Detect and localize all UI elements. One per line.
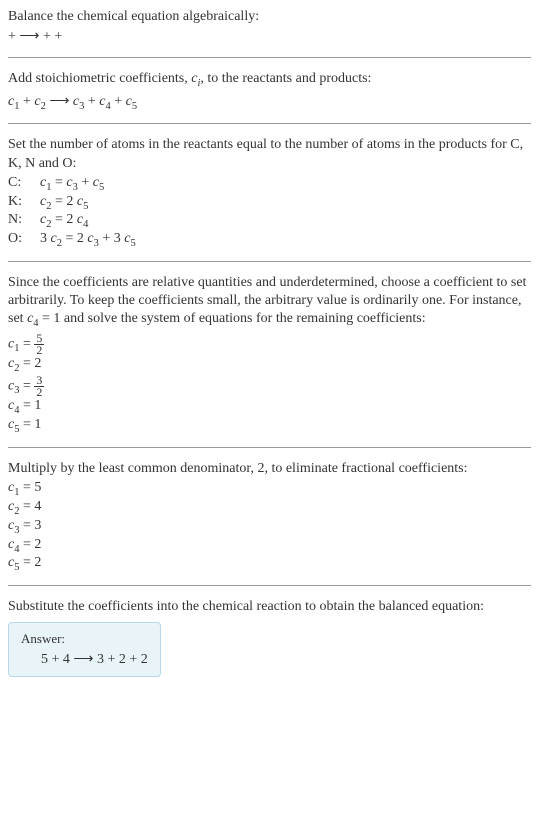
atoms-row-eq: 3 c2 = 2 c3 + 3 c5 [40,231,531,249]
c2-val: = 2 [19,356,41,371]
section-balance-intro: Balance the chemical equation algebraica… [8,8,531,45]
c3-den: 2 [34,387,44,398]
eq-sub5: 5 [132,100,137,111]
coeff-value: = 2 [19,555,41,570]
eq-plus3: + [111,94,126,109]
coeff-value: = 4 [19,499,41,514]
atoms-row-eq: c1 = c3 + c5 [40,175,531,193]
section-stoichiometric: Add stoichiometric coefficients, ci, to … [8,70,531,111]
c3-eq: = [19,378,34,393]
intro-title: Balance the chemical equation algebraica… [8,8,531,26]
stoich-title-p1: Add stoichiometric coefficients, [8,71,191,86]
answer-box: Answer: 5 + 4 ⟶ 3 + 2 + 2 [8,622,161,677]
multiply-coeff-line: c1 = 5 [8,480,531,498]
divider-5 [8,585,531,586]
multiply-coeff-line: c2 = 4 [8,499,531,517]
eq-plus1: + [19,94,34,109]
coeff-c1: c1 = 52 [8,333,531,355]
answer-label: Answer: [21,631,148,647]
atoms-row-eq: c2 = 2 c4 [40,212,531,230]
stoich-equation: c1 + c2 ⟶ c3 + c4 + c5 [8,93,531,112]
multiply-coeff-line: c4 = 2 [8,537,531,555]
stoich-title: Add stoichiometric coefficients, ci, to … [8,70,531,90]
atoms-row: O:3 c2 = 2 c3 + 3 c5 [8,231,531,249]
c1-frac: 52 [34,333,44,355]
divider-2 [8,123,531,124]
c1-den: 2 [34,345,44,356]
divider-1 [8,57,531,58]
section-multiply: Multiply by the least common denominator… [8,460,531,573]
section-atoms-equal: Set the number of atoms in the reactants… [8,136,531,249]
c5-val: = 1 [19,417,41,432]
stoich-title-p2: , to the reactants and products: [200,71,371,86]
c3-frac: 32 [34,375,44,397]
atoms-row-label: K: [8,194,40,212]
multiply-title: Multiply by the least common denominator… [8,460,531,478]
solve-title: Since the coefficients are relative quan… [8,274,531,331]
c4-val: = 1 [19,398,41,413]
solve-title-p2: = 1 and solve the system of equations fo… [39,311,426,326]
multiply-coeff-line: c3 = 3 [8,518,531,536]
eq-arrow: ⟶ [46,94,73,109]
atoms-row-label: C: [8,175,40,193]
atoms-row-label: N: [8,212,40,230]
section-substitute: Substitute the coefficients into the che… [8,598,531,677]
coeff-value: = 5 [19,480,41,495]
atoms-row-label: O: [8,231,40,249]
coeff-c4: c4 = 1 [8,398,531,416]
answer-equation: 5 + 4 ⟶ 3 + 2 + 2 [21,651,148,668]
divider-3 [8,261,531,262]
atoms-row: N:c2 = 2 c4 [8,212,531,230]
atoms-row: K:c2 = 2 c5 [8,194,531,212]
coeff-c3: c3 = 32 [8,375,531,397]
multiply-lines: c1 = 5c2 = 4c3 = 3c4 = 2c5 = 2 [8,480,531,573]
coeff-value: = 3 [19,518,41,533]
section-solve: Since the coefficients are relative quan… [8,274,531,435]
atoms-row: C:c1 = c3 + c5 [8,175,531,193]
coeff-c5: c5 = 1 [8,417,531,435]
intro-equation: + ⟶ + + [8,28,531,45]
substitute-title: Substitute the coefficients into the che… [8,598,531,616]
multiply-coeff-line: c5 = 2 [8,555,531,573]
atoms-row-eq: c2 = 2 c5 [40,194,531,212]
coeff-c2: c2 = 2 [8,356,531,374]
c1-eq: = [19,336,34,351]
divider-4 [8,447,531,448]
eq-plus2: + [84,94,99,109]
atoms-table: C:c1 = c3 + c5K:c2 = 2 c5N:c2 = 2 c4O:3 … [8,175,531,249]
coeff-value: = 2 [19,537,41,552]
atoms-title: Set the number of atoms in the reactants… [8,136,531,172]
